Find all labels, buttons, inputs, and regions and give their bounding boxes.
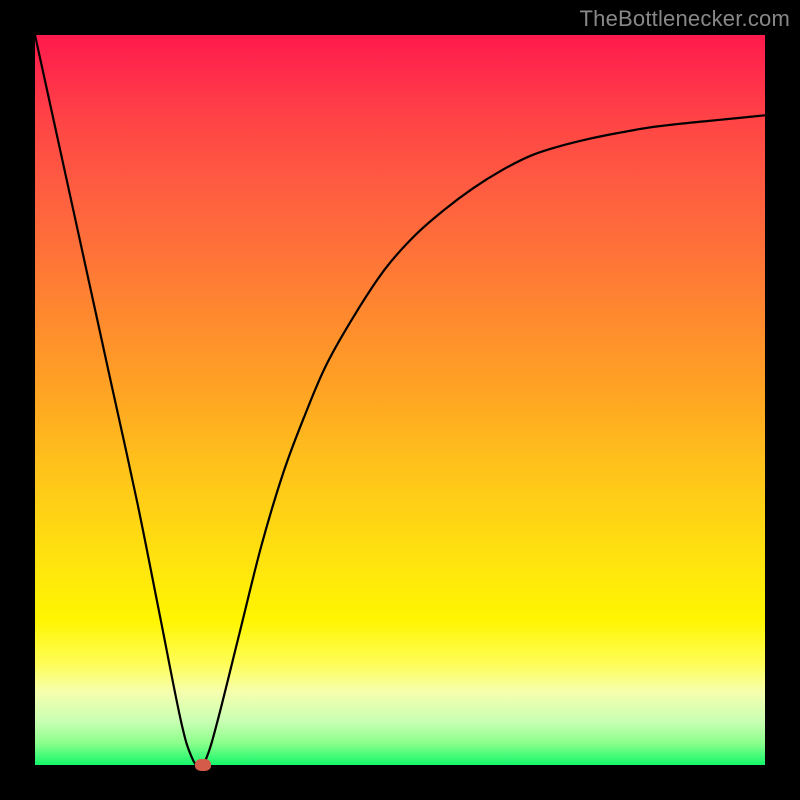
optimal-point-marker <box>195 759 211 771</box>
chart-frame: TheBottlenecker.com <box>0 0 800 800</box>
bottleneck-curve <box>35 35 765 765</box>
plot-area <box>35 35 765 765</box>
watermark-text: TheBottlenecker.com <box>580 6 790 32</box>
